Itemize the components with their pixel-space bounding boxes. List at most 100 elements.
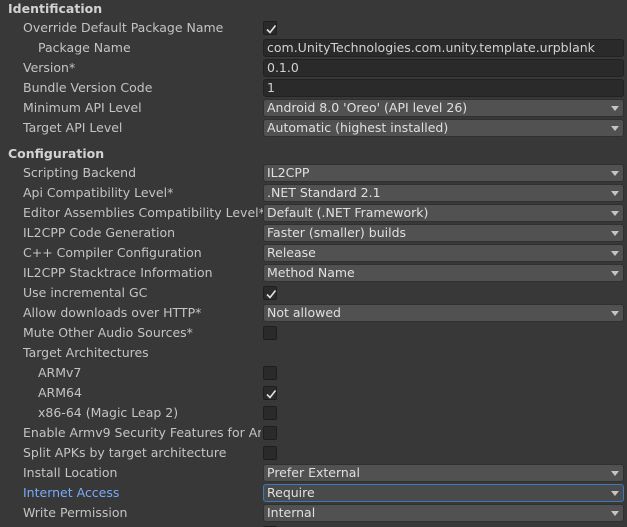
chevron-down-icon bbox=[611, 171, 619, 176]
chevron-down-icon bbox=[611, 106, 619, 111]
package-name-label: Package Name bbox=[38, 40, 131, 55]
chevron-down-icon bbox=[611, 231, 619, 236]
scripting-backend-row: Scripting Backend IL2CPP bbox=[0, 163, 627, 183]
editor-assemblies-row: Editor Assemblies Compatibility Level* D… bbox=[0, 203, 627, 223]
armv9-security-label: Enable Armv9 Security Features for Arm64 bbox=[23, 425, 261, 440]
chevron-down-icon bbox=[611, 191, 619, 196]
split-apks-row: Split APKs by target architecture bbox=[0, 443, 627, 463]
package-name-field[interactable]: com.UnityTechnologies.com.unity.template… bbox=[263, 39, 624, 57]
override-package-name-row: Override Default Package Name bbox=[0, 18, 627, 38]
armv7-row: ARMv7 bbox=[0, 363, 627, 383]
install-location-row: Install Location Prefer External bbox=[0, 463, 627, 483]
package-name-row: Package Name com.UnityTechnologies.com.u… bbox=[0, 38, 627, 58]
internet-access-row: Internet Access Require bbox=[0, 483, 627, 503]
next-row-partial bbox=[0, 523, 627, 527]
incremental-gc-checkbox[interactable] bbox=[263, 286, 277, 300]
bundle-version-code-label: Bundle Version Code bbox=[23, 80, 153, 95]
mute-audio-label: Mute Other Audio Sources* bbox=[23, 325, 193, 340]
x86-64-row: x86-64 (Magic Leap 2) bbox=[0, 403, 627, 423]
cpp-compiler-row: C++ Compiler Configuration Release bbox=[0, 243, 627, 263]
incremental-gc-label: Use incremental GC bbox=[23, 285, 148, 300]
write-permission-label: Write Permission bbox=[23, 505, 128, 520]
target-arch-label: Target Architectures bbox=[23, 345, 149, 360]
override-package-name-label: Override Default Package Name bbox=[23, 20, 224, 35]
install-location-label: Install Location bbox=[23, 465, 118, 480]
mute-audio-row: Mute Other Audio Sources* bbox=[0, 323, 627, 343]
downloads-http-dropdown[interactable]: Not allowed bbox=[263, 304, 624, 322]
il2cpp-codegen-dropdown[interactable]: Faster (smaller) builds bbox=[263, 224, 624, 242]
il2cpp-stacktrace-value: Method Name bbox=[267, 265, 355, 280]
override-package-name-checkbox[interactable] bbox=[263, 21, 277, 35]
chevron-down-icon bbox=[611, 271, 619, 276]
split-apks-checkbox[interactable] bbox=[263, 446, 277, 460]
armv7-label: ARMv7 bbox=[38, 365, 82, 380]
il2cpp-stacktrace-row: IL2CPP Stacktrace Information Method Nam… bbox=[0, 263, 627, 283]
mute-audio-checkbox[interactable] bbox=[263, 326, 277, 340]
target-api-level-row: Target API Level Automatic (highest inst… bbox=[0, 118, 627, 138]
il2cpp-stacktrace-label: IL2CPP Stacktrace Information bbox=[23, 265, 213, 280]
x86-64-checkbox[interactable] bbox=[263, 406, 277, 420]
api-compat-dropdown[interactable]: .NET Standard 2.1 bbox=[263, 184, 624, 202]
player-settings-panel: Identification Override Default Package … bbox=[0, 0, 627, 527]
write-permission-dropdown[interactable]: Internal bbox=[263, 504, 624, 522]
min-api-level-value: Android 8.0 'Oreo' (API level 26) bbox=[267, 100, 468, 115]
downloads-http-row: Allow downloads over HTTP* Not allowed bbox=[0, 303, 627, 323]
armv9-security-row: Enable Armv9 Security Features for Arm64 bbox=[0, 423, 627, 443]
min-api-level-row: Minimum API Level Android 8.0 'Oreo' (AP… bbox=[0, 98, 627, 118]
checkmark-icon bbox=[266, 25, 277, 34]
target-api-level-label: Target API Level bbox=[23, 120, 123, 135]
checkmark-icon bbox=[266, 390, 277, 399]
scripting-backend-value: IL2CPP bbox=[267, 165, 310, 180]
downloads-http-label: Allow downloads over HTTP* bbox=[23, 305, 202, 320]
checkmark-icon bbox=[266, 290, 277, 299]
identification-header: Identification bbox=[8, 1, 103, 16]
configuration-header: Configuration bbox=[8, 146, 105, 161]
bundle-version-code-field[interactable]: 1 bbox=[263, 79, 624, 97]
x86-64-label: x86-64 (Magic Leap 2) bbox=[38, 405, 179, 420]
cpp-compiler-value: Release bbox=[267, 245, 316, 260]
cpp-compiler-dropdown[interactable]: Release bbox=[263, 244, 624, 262]
il2cpp-stacktrace-dropdown[interactable]: Method Name bbox=[263, 264, 624, 282]
chevron-down-icon bbox=[611, 126, 619, 131]
chevron-down-icon bbox=[611, 211, 619, 216]
arm64-checkbox[interactable] bbox=[263, 386, 277, 400]
version-field[interactable]: 0.1.0 bbox=[263, 59, 624, 77]
editor-assemblies-dropdown[interactable]: Default (.NET Framework) bbox=[263, 204, 624, 222]
version-row: Version* 0.1.0 bbox=[0, 58, 627, 78]
write-permission-row: Write Permission Internal bbox=[0, 503, 627, 523]
scripting-backend-dropdown[interactable]: IL2CPP bbox=[263, 164, 624, 182]
chevron-down-icon bbox=[611, 511, 619, 516]
editor-assemblies-value: Default (.NET Framework) bbox=[267, 205, 429, 220]
internet-access-dropdown[interactable]: Require bbox=[263, 484, 624, 502]
target-api-level-value: Automatic (highest installed) bbox=[267, 120, 449, 135]
incremental-gc-row: Use incremental GC bbox=[0, 283, 627, 303]
chevron-down-icon bbox=[611, 311, 619, 316]
armv9-security-checkbox[interactable] bbox=[263, 426, 277, 440]
chevron-down-icon bbox=[611, 251, 619, 256]
split-apks-label: Split APKs by target architecture bbox=[23, 445, 227, 460]
target-api-level-dropdown[interactable]: Automatic (highest installed) bbox=[263, 119, 624, 137]
internet-access-label: Internet Access bbox=[23, 485, 120, 500]
api-compat-label: Api Compatibility Level* bbox=[23, 185, 174, 200]
version-label: Version* bbox=[23, 60, 76, 75]
install-location-dropdown[interactable]: Prefer External bbox=[263, 464, 624, 482]
install-location-value: Prefer External bbox=[267, 465, 360, 480]
bundle-version-code-row: Bundle Version Code 1 bbox=[0, 78, 627, 98]
min-api-level-label: Minimum API Level bbox=[23, 100, 142, 115]
arm64-row: ARM64 bbox=[0, 383, 627, 403]
arm64-label: ARM64 bbox=[38, 385, 82, 400]
api-compat-value: .NET Standard 2.1 bbox=[267, 185, 381, 200]
cpp-compiler-label: C++ Compiler Configuration bbox=[23, 245, 202, 260]
min-api-level-dropdown[interactable]: Android 8.0 'Oreo' (API level 26) bbox=[263, 99, 624, 117]
chevron-down-icon bbox=[611, 491, 619, 496]
il2cpp-codegen-value: Faster (smaller) builds bbox=[267, 225, 407, 240]
scripting-backend-label: Scripting Backend bbox=[23, 165, 137, 180]
api-compat-row: Api Compatibility Level* .NET Standard 2… bbox=[0, 183, 627, 203]
internet-access-value: Require bbox=[267, 485, 315, 500]
target-arch-row: Target Architectures bbox=[0, 343, 627, 363]
editor-assemblies-label: Editor Assemblies Compatibility Level* bbox=[23, 205, 265, 220]
write-permission-value: Internal bbox=[267, 505, 316, 520]
armv7-checkbox[interactable] bbox=[263, 366, 277, 380]
downloads-http-value: Not allowed bbox=[267, 305, 341, 320]
chevron-down-icon bbox=[611, 471, 619, 476]
